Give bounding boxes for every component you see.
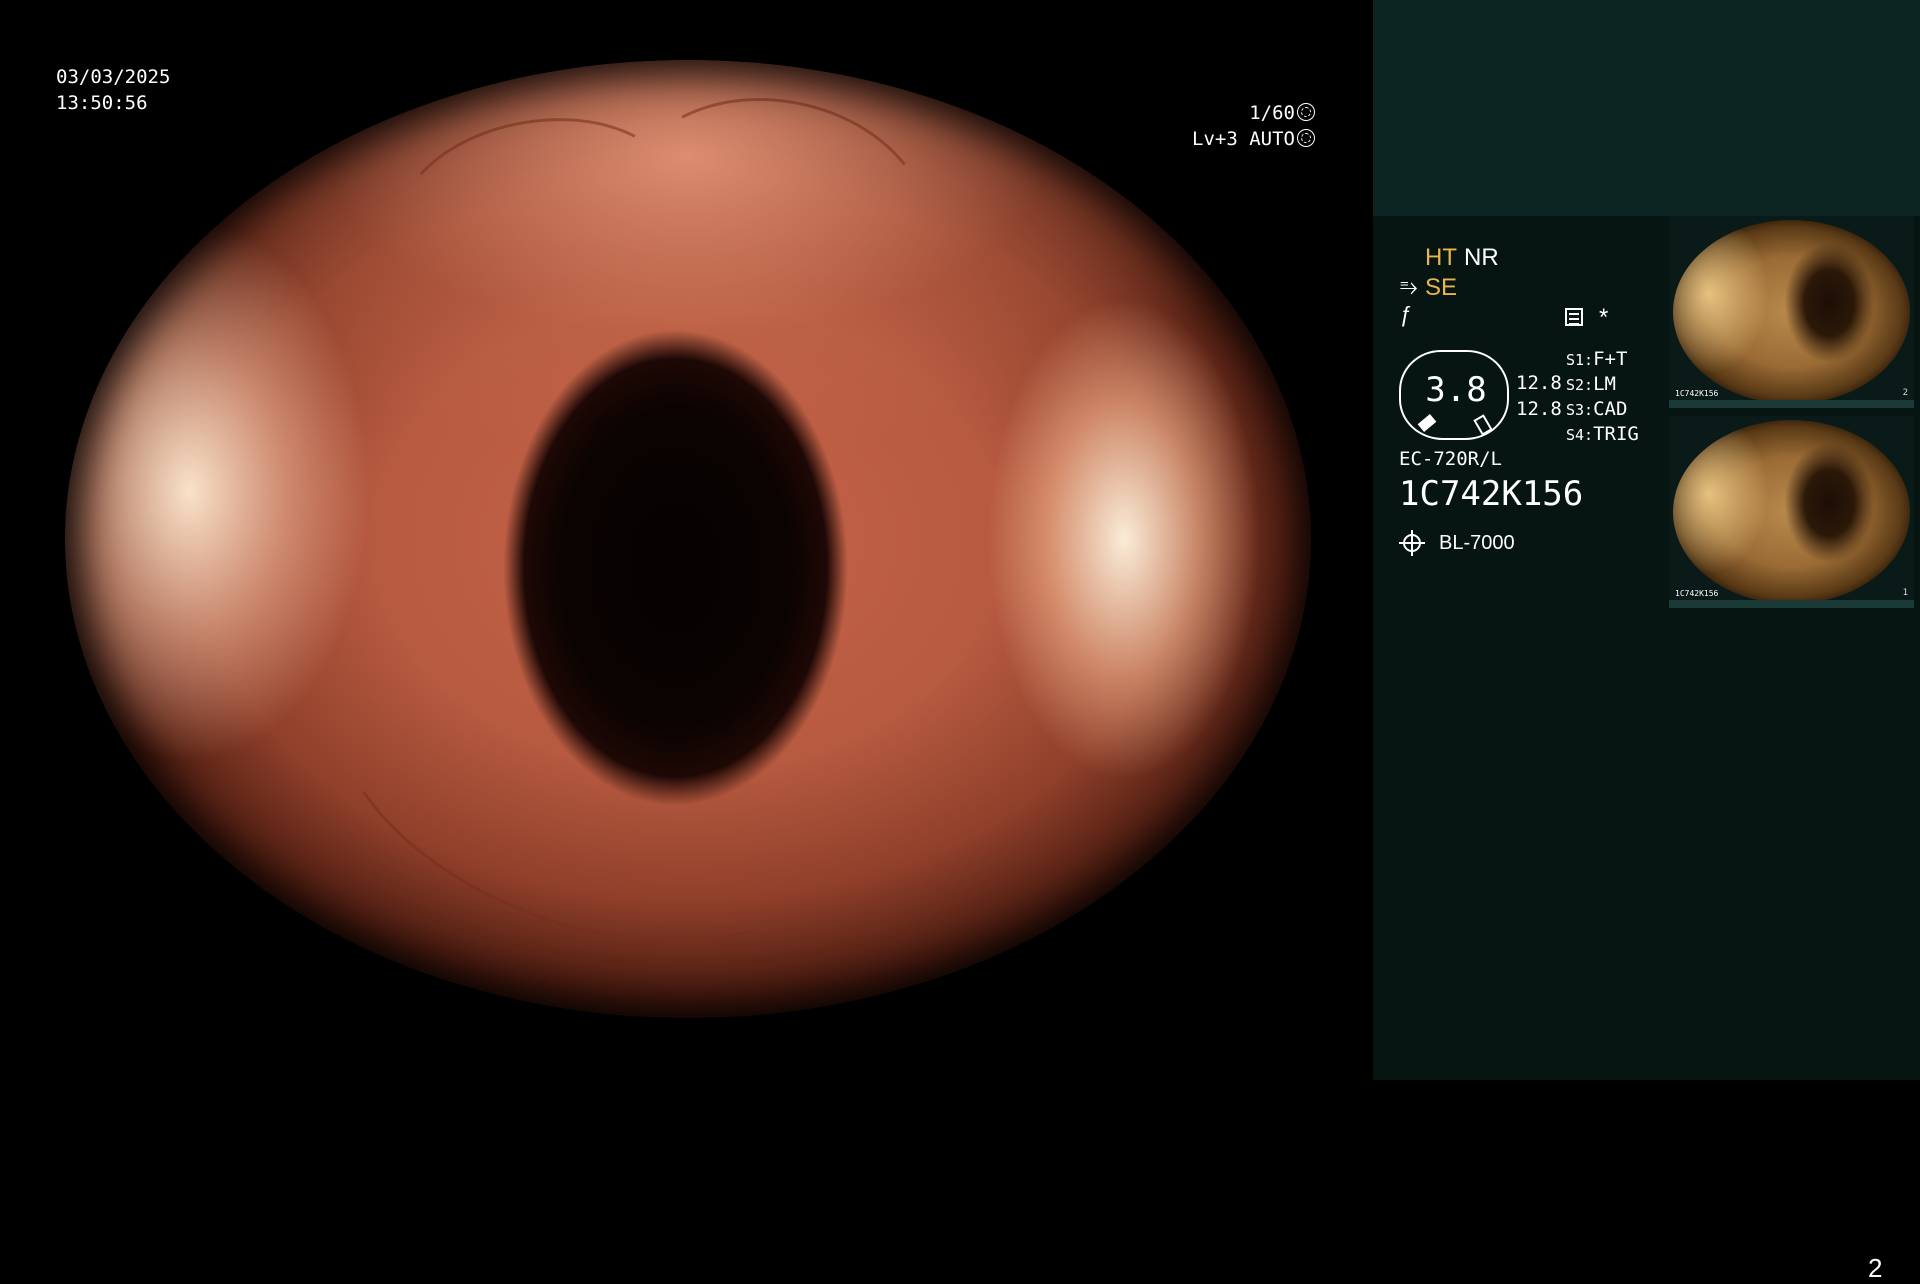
capture-thumbnail[interactable]: 1C742K156 2 bbox=[1669, 216, 1914, 408]
structure-enhance-icon: ⥱ bbox=[1400, 274, 1418, 299]
thumbnail-index: 2 bbox=[1902, 388, 1908, 398]
se-indicator: SE bbox=[1425, 274, 1458, 301]
exposure-overlay: 1/60 Lv+3 AUTO bbox=[1192, 100, 1315, 152]
light-source-label: BL-7000 bbox=[1439, 532, 1515, 554]
switch-value: CAD bbox=[1593, 398, 1628, 420]
iris-icon bbox=[1297, 129, 1315, 147]
thumbnail-serial: 1C742K156 bbox=[1675, 389, 1719, 398]
switch-value: F+T bbox=[1593, 348, 1628, 370]
switch-row-s2: S2:LM bbox=[1566, 373, 1616, 395]
switch-value: TRIG bbox=[1593, 423, 1639, 445]
shutter-icon bbox=[1297, 103, 1315, 121]
shutter-speed: 1/60 bbox=[1249, 102, 1295, 124]
endoscopic-image bbox=[65, 60, 1311, 1018]
nr-indicator: NR bbox=[1464, 244, 1499, 271]
thumbnail-bar bbox=[1669, 600, 1914, 608]
zoom-indicator: 3.8 bbox=[1399, 350, 1509, 440]
capture-thumbnail[interactable]: 1C742K156 1 bbox=[1669, 416, 1914, 608]
zoom-value: 3.8 bbox=[1425, 370, 1487, 410]
endoscope-view: 03/03/2025 13:50:56 1/60 Lv+3 AUTO bbox=[0, 0, 1373, 1080]
ht-indicator: HT bbox=[1425, 244, 1457, 271]
f-mode-icon: ƒ bbox=[1400, 302, 1413, 327]
thumbnail-image bbox=[1673, 220, 1910, 404]
parameter-value: 12.8 bbox=[1516, 398, 1562, 420]
zoom-marker-icon bbox=[1473, 414, 1493, 436]
switch-key: S3: bbox=[1566, 401, 1594, 419]
thumbnail-image bbox=[1673, 420, 1910, 604]
light-source-icon bbox=[1399, 530, 1425, 556]
panel-main-area: HT NR ⥱ SE ƒ * 3.8 12.8 12.8 S1:F+T S2:L… bbox=[1373, 216, 1920, 1283]
info-panel: HT NR ⥱ SE ƒ * 3.8 12.8 12.8 S1:F+T S2:L… bbox=[1373, 0, 1920, 1283]
asterisk-indicator: * bbox=[1599, 304, 1609, 331]
parameter-value: 12.8 bbox=[1516, 372, 1562, 394]
switch-key: S2: bbox=[1566, 376, 1594, 394]
scope-model: EC-720R/L bbox=[1399, 448, 1502, 470]
switch-value: LM bbox=[1593, 373, 1616, 395]
time-label: 13:50:56 bbox=[56, 92, 148, 114]
thumbnail-index: 1 bbox=[1902, 588, 1908, 598]
switch-row-s4: S4:TRIG bbox=[1566, 423, 1639, 445]
menu-grid-icon bbox=[1565, 308, 1583, 326]
switch-key: S4: bbox=[1566, 426, 1594, 444]
scope-serial: 1C742K156 bbox=[1399, 474, 1584, 514]
date-time-overlay: 03/03/2025 13:50:56 bbox=[56, 64, 170, 116]
switch-row-s3: S3:CAD bbox=[1566, 398, 1627, 420]
exposure-mode: AUTO bbox=[1249, 128, 1295, 150]
page-number: 2 bbox=[1868, 1253, 1883, 1283]
thumbnail-serial: 1C742K156 bbox=[1675, 589, 1719, 598]
zoom-marker-icon bbox=[1417, 414, 1437, 432]
date-label: 03/03/2025 bbox=[56, 66, 171, 88]
thumbnail-bar bbox=[1669, 400, 1914, 408]
image-vignette bbox=[65, 60, 1311, 1018]
switch-key: S1: bbox=[1566, 351, 1594, 369]
brightness-level: Lv+3 bbox=[1192, 128, 1238, 150]
panel-header-area bbox=[1373, 0, 1920, 216]
switch-row-s1: S1:F+T bbox=[1566, 348, 1627, 370]
